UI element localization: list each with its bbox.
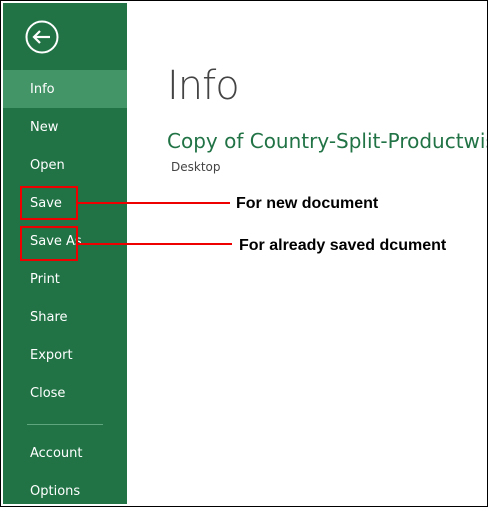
sidebar-item-label: Close <box>30 386 66 401</box>
window: Info New Open Save Save As Print Share E… <box>0 0 488 507</box>
save-as-callout-line <box>78 243 232 245</box>
document-location: Desktop <box>171 160 221 174</box>
sidebar-item-label: New <box>30 120 59 135</box>
sidebar-item-label: Print <box>30 272 60 287</box>
save-as-highlight-box <box>20 226 78 261</box>
sidebar-item-label: Options <box>30 484 81 499</box>
sidebar-item-share[interactable]: Share <box>3 298 127 336</box>
page-title: Info <box>167 63 240 109</box>
sidebar-item-label: Info <box>30 82 55 97</box>
sidebar-item-label: Open <box>30 158 65 173</box>
sidebar-item-label: Account <box>30 446 83 461</box>
sidebar-item-export[interactable]: Export <box>3 336 127 374</box>
document-name: Copy of Country-Split-Productwise <box>167 129 488 153</box>
sidebar-item-new[interactable]: New <box>3 108 127 146</box>
sidebar-divider <box>27 424 103 425</box>
save-as-callout-text: For already saved dcument <box>239 237 447 254</box>
sidebar-item-print[interactable]: Print <box>3 260 127 298</box>
save-callout-line <box>78 202 230 204</box>
sidebar-item-label: Share <box>30 310 68 325</box>
sidebar-item-open[interactable]: Open <box>3 146 127 184</box>
back-arrow-icon <box>25 20 59 54</box>
sidebar-item-options[interactable]: Options <box>3 472 127 506</box>
sidebar-item-label: Export <box>30 348 73 363</box>
back-button[interactable] <box>25 20 59 54</box>
sidebar-item-account[interactable]: Account <box>3 434 127 472</box>
save-callout-text: For new document <box>236 195 379 212</box>
sidebar-item-close[interactable]: Close <box>3 374 127 412</box>
sidebar-item-info[interactable]: Info <box>3 70 127 108</box>
save-highlight-box <box>20 186 78 220</box>
